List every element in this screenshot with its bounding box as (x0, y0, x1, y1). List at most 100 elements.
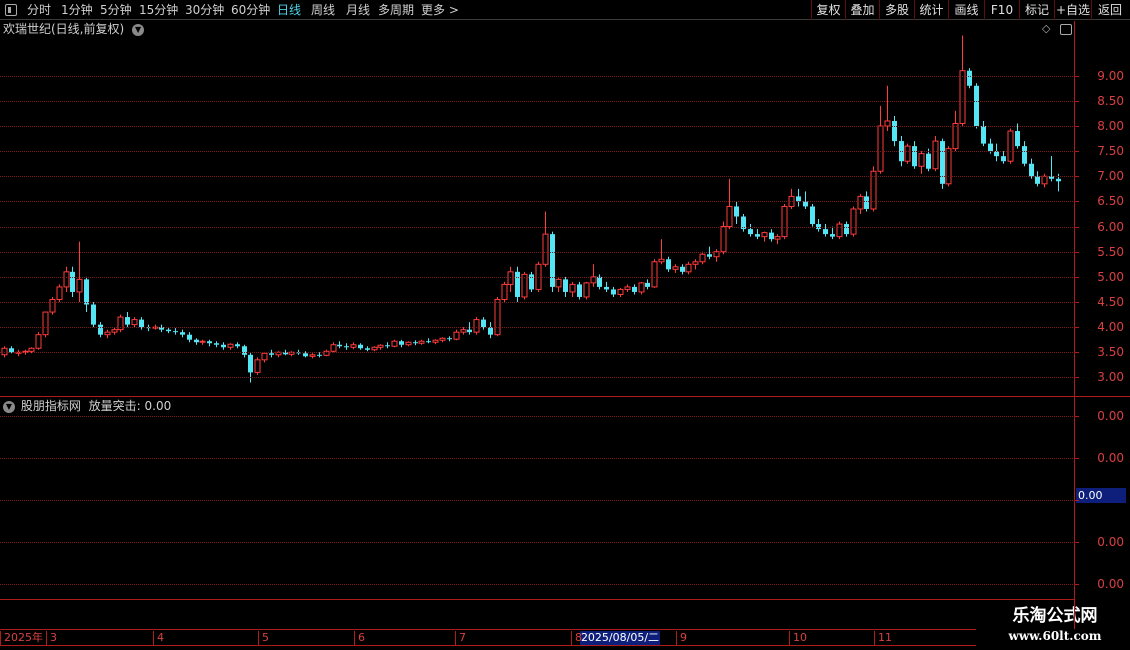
candle-down (563, 279, 568, 292)
candle-up (330, 344, 337, 352)
tick-mark (1075, 76, 1079, 77)
candle-up (309, 354, 316, 357)
price-tick-label: 7.50 (1097, 144, 1124, 158)
grid-line (0, 327, 1075, 328)
candle-up (501, 283, 508, 300)
candle-up (473, 319, 480, 333)
candle-down (180, 332, 185, 335)
candle-up (56, 286, 63, 300)
candle-down (214, 343, 219, 345)
tick-mark (1075, 227, 1079, 228)
candle-up (1007, 130, 1014, 162)
candle-down (139, 319, 144, 328)
candle-down (1029, 163, 1034, 177)
candle-down (248, 354, 253, 373)
tick-mark (1075, 126, 1079, 127)
sub-tick-mark (1075, 500, 1079, 501)
candle-up (857, 195, 864, 210)
candle-up (542, 233, 549, 265)
watermark-url: www.60lt.com (1008, 629, 1102, 643)
price-tick-label: 3.00 (1097, 370, 1124, 384)
date-label: 4 (153, 631, 164, 645)
candle-up (111, 329, 118, 333)
candle-down (413, 342, 418, 344)
date-label: 9 (676, 631, 687, 645)
candle-down (269, 353, 274, 355)
candle-down (926, 153, 931, 169)
candle-up (761, 232, 768, 238)
candle-down (844, 224, 849, 235)
tick-mark (1075, 176, 1079, 177)
price-tick-label: 4.00 (1097, 320, 1124, 334)
candle-down (597, 276, 602, 287)
candle-up (432, 339, 439, 343)
grid-line (0, 126, 1075, 127)
candle-down (632, 286, 637, 292)
candle-down (645, 282, 650, 287)
candle-down (864, 196, 869, 209)
candle-down (734, 206, 739, 217)
candle-down (317, 354, 322, 356)
candle-up (199, 340, 206, 343)
date-label: 2025年 (0, 631, 43, 645)
candle-down (70, 271, 75, 292)
candle-up (371, 346, 378, 351)
candle-down (769, 232, 774, 240)
candle-up (569, 283, 576, 293)
candle-up (583, 282, 590, 298)
candle-up (63, 271, 70, 288)
candle-down (912, 146, 917, 167)
candle-down (803, 201, 808, 207)
price-tick-label: 7.00 (1097, 169, 1124, 183)
price-tick-label: 5.00 (1097, 270, 1124, 284)
candle-up (391, 340, 398, 347)
sub-tick-mark (1075, 584, 1079, 585)
sub-bottom-border (0, 599, 1075, 600)
candle-up (651, 261, 658, 288)
date-label: 8 (571, 631, 582, 645)
candle-down (577, 284, 582, 297)
grid-line (0, 352, 1075, 353)
candle-up (494, 298, 501, 336)
tick-mark (1075, 101, 1079, 102)
candle-down (1001, 156, 1006, 162)
candle-down (515, 271, 520, 297)
candle-up (377, 344, 384, 348)
candle-down (235, 344, 240, 347)
candlestick-chart[interactable] (0, 0, 1130, 650)
candle-down (611, 289, 616, 295)
candle-up (720, 226, 727, 253)
candle-down (892, 120, 897, 142)
candle-down (358, 344, 363, 349)
candle-up (904, 145, 911, 162)
pane-separator (0, 396, 1130, 397)
sub-grid-line (0, 584, 1075, 585)
price-tick-label: 4.50 (1097, 295, 1124, 309)
price-tick-label: 5.50 (1097, 245, 1124, 259)
candle-down (447, 338, 452, 340)
candle-up (439, 337, 446, 341)
candle-down (365, 348, 370, 350)
candle-down (1015, 131, 1020, 147)
price-tick-label: 6.50 (1097, 194, 1124, 208)
candle-down (680, 266, 685, 272)
candle-down (823, 229, 828, 235)
candle-down (187, 334, 192, 340)
grid-line (0, 377, 1075, 378)
tick-mark (1075, 302, 1079, 303)
grid-line (0, 201, 1075, 202)
candle-up (28, 347, 35, 352)
tick-mark (1075, 201, 1079, 202)
candle-up (699, 253, 706, 263)
grid-line (0, 302, 1075, 303)
grid-line (0, 252, 1075, 253)
candle-up (131, 319, 138, 326)
candle-down (988, 143, 993, 152)
candle-up (781, 205, 788, 238)
candle-up (672, 266, 679, 270)
candle-down (810, 206, 815, 225)
candle-up (1041, 175, 1048, 185)
grid-line (0, 76, 1075, 77)
price-axis-border (1074, 21, 1075, 396)
candle-up (726, 205, 733, 228)
